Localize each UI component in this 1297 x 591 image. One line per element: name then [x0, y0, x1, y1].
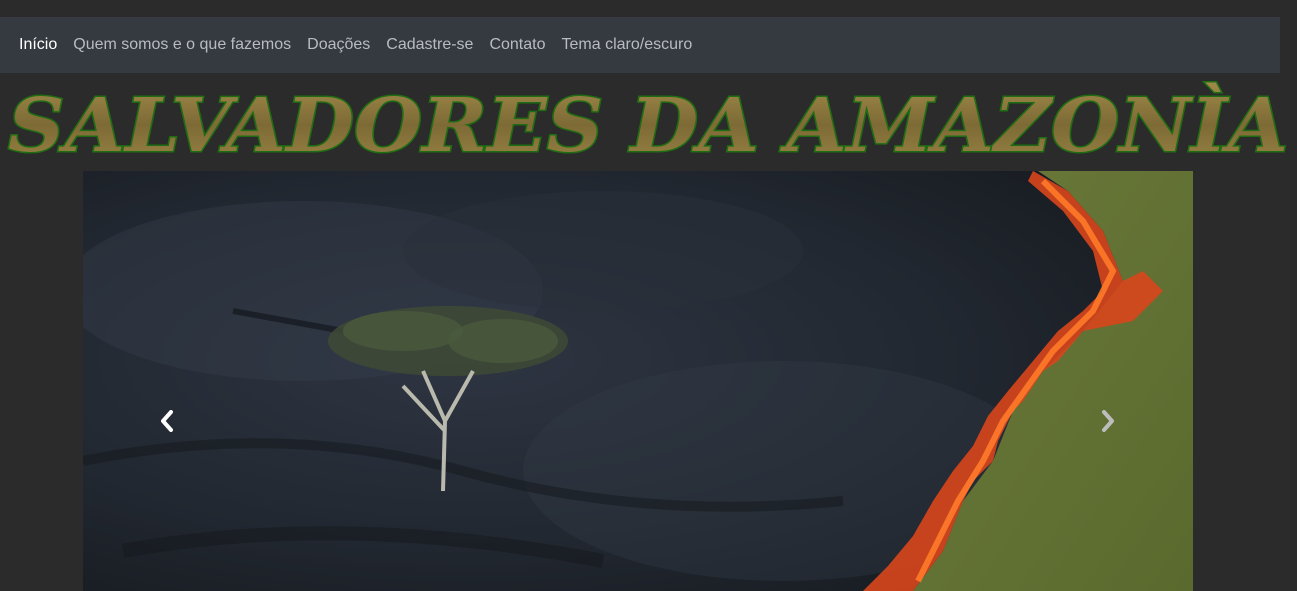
nav-item-quem-somos[interactable]: Quem somos e o que fazemos: [65, 36, 299, 54]
nav-item-doacoes[interactable]: Doações: [299, 36, 378, 54]
image-carousel[interactable]: [83, 171, 1193, 591]
carousel-prev-button[interactable]: [153, 403, 181, 439]
carousel-image-burning-forest: [83, 171, 1193, 591]
nav-item-tema[interactable]: Tema claro/escuro: [554, 36, 701, 54]
banner: SALVADORES DA AMAZONÌA: [0, 78, 1297, 171]
carousel-next-button[interactable]: [1094, 403, 1122, 439]
top-navbar: Início Quem somos e o que fazemos Doaçõe…: [0, 17, 1280, 73]
nav-item-inicio[interactable]: Início: [11, 36, 65, 54]
chevron-left-icon: [161, 410, 173, 432]
banner-title: SALVADORES DA AMAZONÌA: [8, 81, 1288, 169]
nav-item-cadastre-se[interactable]: Cadastre-se: [378, 36, 481, 54]
nav-item-contato[interactable]: Contato: [481, 36, 553, 54]
banner-logo: SALVADORES DA AMAZONÌA: [7, 80, 1290, 171]
chevron-right-icon: [1102, 410, 1114, 432]
